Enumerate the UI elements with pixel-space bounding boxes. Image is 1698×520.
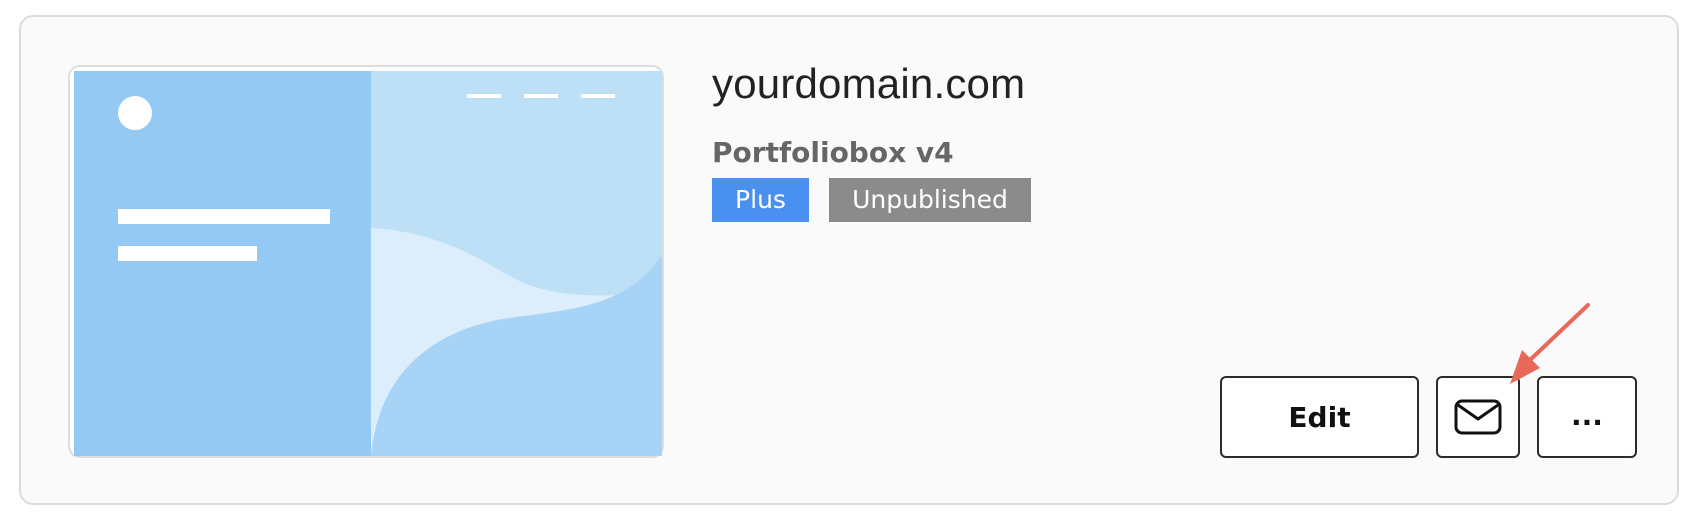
more-options-label: ...	[1571, 398, 1603, 432]
edit-button[interactable]: Edit	[1220, 376, 1419, 458]
plan-badge: Plus	[712, 178, 809, 222]
site-domain[interactable]: yourdomain.com	[712, 60, 1025, 108]
edit-button-label: Edit	[1288, 400, 1351, 434]
mail-button[interactable]	[1436, 376, 1520, 458]
more-options-button[interactable]: ...	[1537, 376, 1637, 458]
status-badge: Unpublished	[829, 178, 1031, 222]
site-version: Portfoliobox v4	[712, 136, 954, 169]
thumbnail-illustration	[74, 71, 662, 456]
envelope-icon	[1454, 399, 1502, 435]
site-thumbnail[interactable]	[68, 65, 664, 458]
